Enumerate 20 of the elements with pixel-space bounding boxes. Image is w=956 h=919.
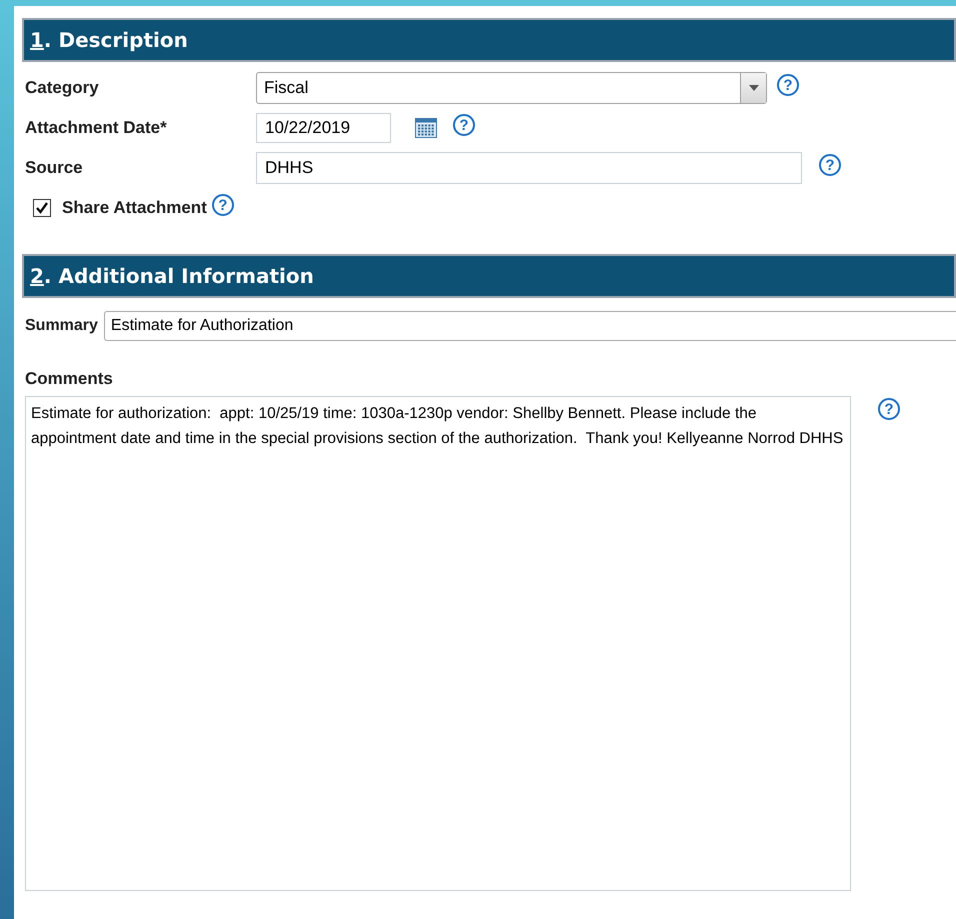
field-label: Comments [25, 369, 113, 388]
category-dropdown[interactable]: Fiscal [256, 72, 767, 104]
field-label: Summary [25, 316, 98, 336]
source-field[interactable]: DHHS [256, 152, 802, 184]
section-header: 2. Additional Information [22, 254, 956, 298]
calendar-icon[interactable] [415, 118, 437, 138]
help-icon[interactable]: ? [212, 194, 234, 216]
help-icon[interactable]: ? [878, 398, 900, 420]
checkbox[interactable] [33, 199, 51, 217]
summary-field[interactable]: Estimate for Authorization [104, 311, 956, 341]
help-icon[interactable]: ? [819, 154, 841, 176]
field-label: Source [25, 158, 83, 177]
field-label: Attachment Date* [25, 118, 167, 137]
help-icon[interactable]: ? [777, 74, 799, 96]
help-icon[interactable]: ? [453, 114, 475, 136]
comments-field[interactable]: Estimate for authorization: appt: 10/25/19 time: 1030a-1230p vendor: Shellby Bennett. Please include the appointment date and time in the special provisions section of the authorization. Thank you! Kellyeanne Norrod DHHS [25, 396, 851, 891]
checkbox-label: Share Attachment [62, 197, 207, 220]
section-header: 1. Description [22, 18, 956, 62]
date-field[interactable]: 10/22/2019 [256, 113, 391, 143]
field-label: Category [25, 78, 99, 97]
